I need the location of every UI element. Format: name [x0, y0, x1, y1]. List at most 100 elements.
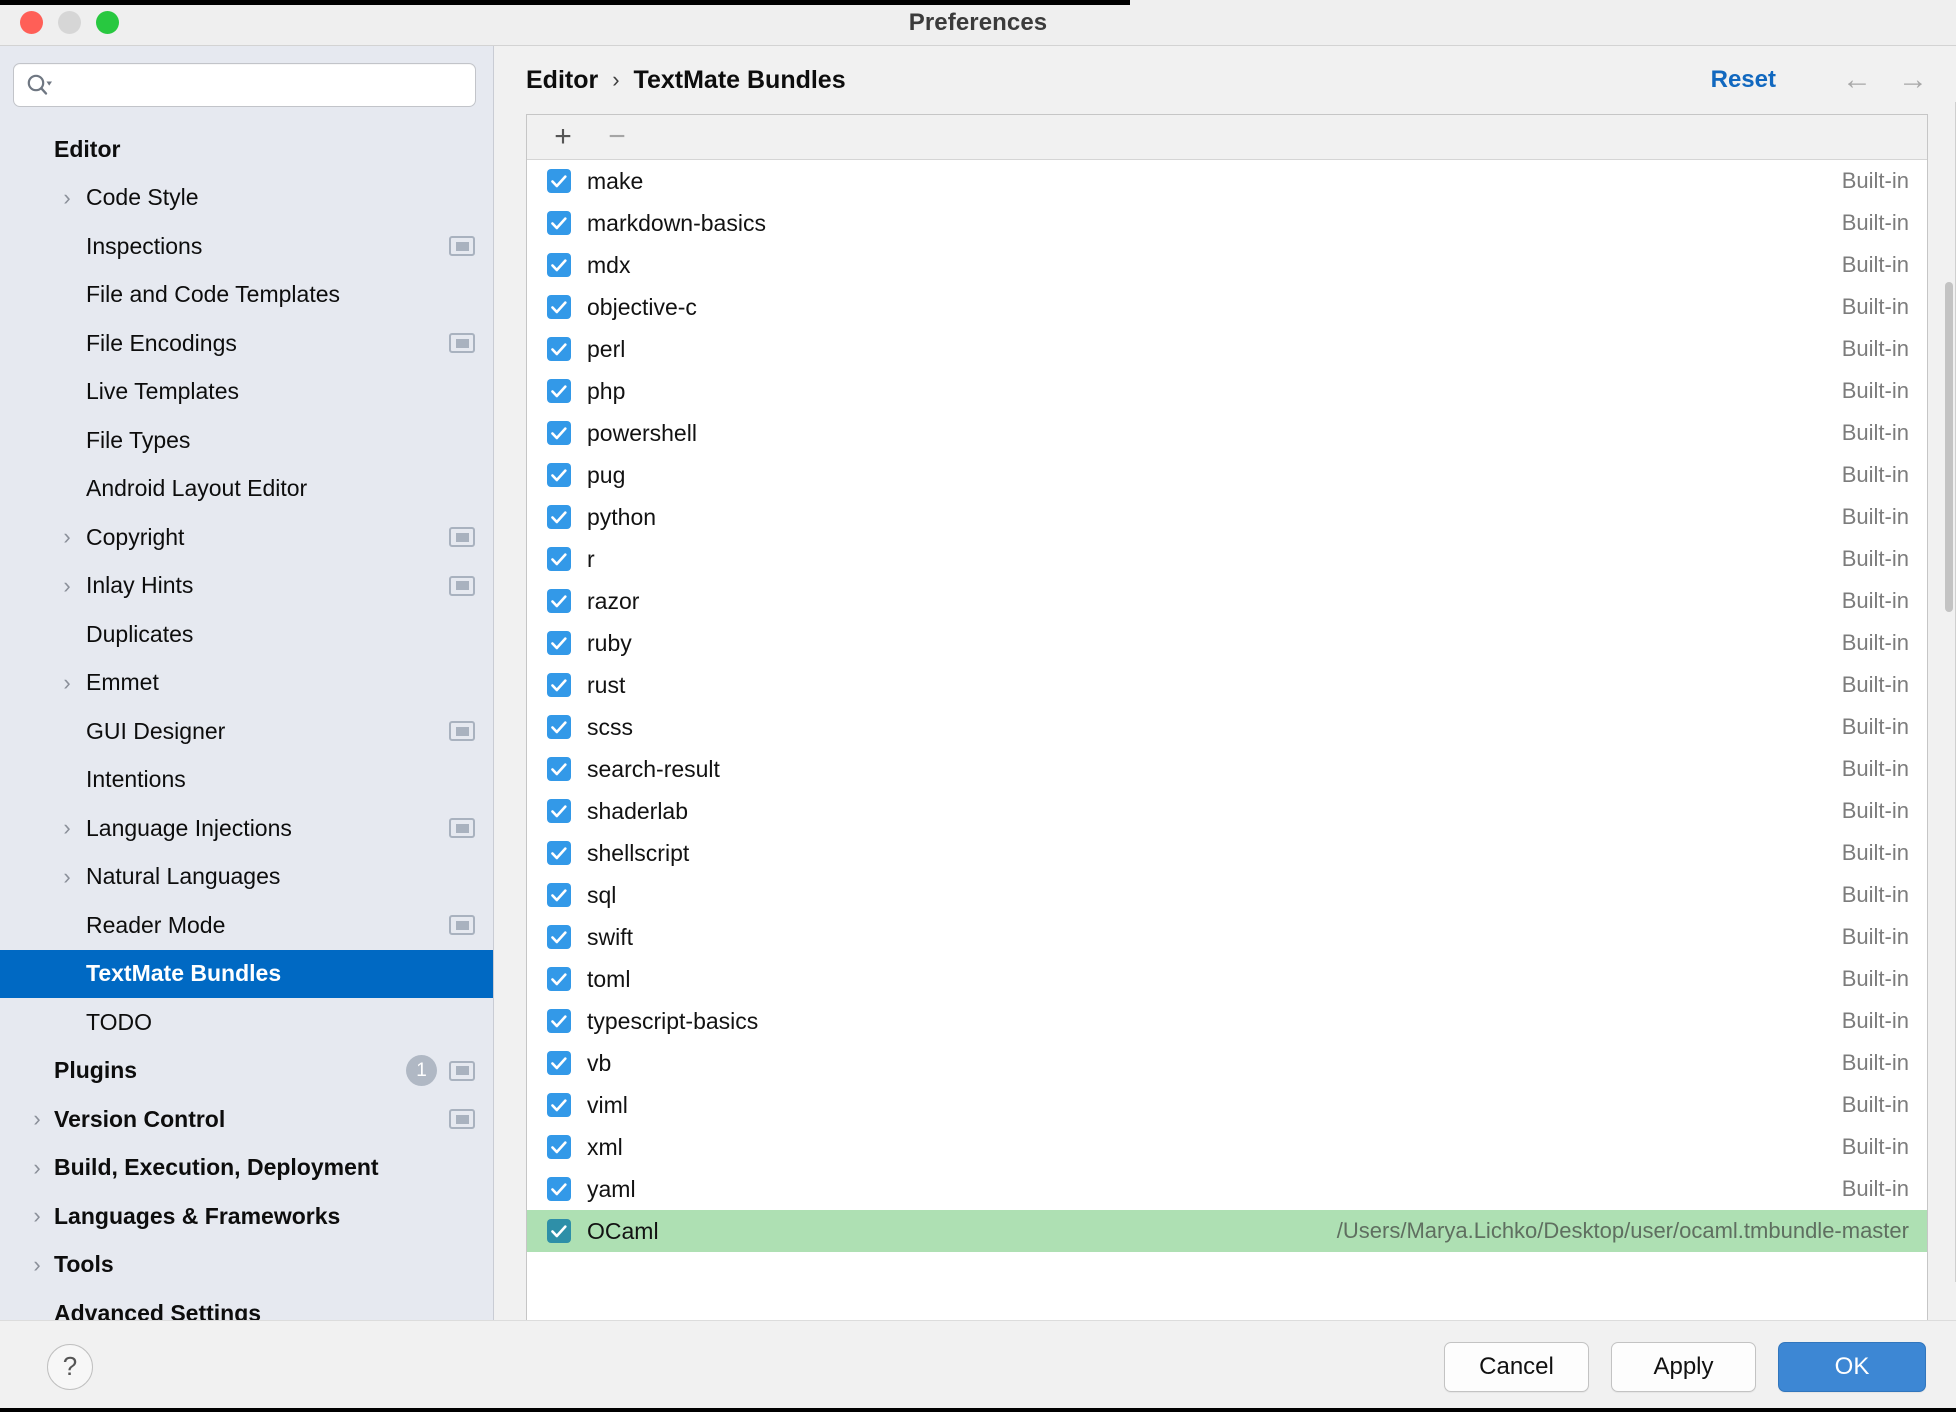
table-row[interactable]: ruby Built-in — [527, 622, 1927, 664]
table-row[interactable]: razor Built-in — [527, 580, 1927, 622]
sidebar-item-plugins[interactable]: Plugins 1 — [0, 1047, 493, 1096]
sidebar-item-advanced-settings[interactable]: Advanced Settings — [0, 1289, 493, 1320]
bundle-enabled-checkbox[interactable] — [547, 253, 571, 277]
table-row[interactable]: r Built-in — [527, 538, 1927, 580]
table-row[interactable]: powershell Built-in — [527, 412, 1927, 454]
sidebar-item-reader-mode[interactable]: Reader Mode — [0, 901, 493, 950]
table-row[interactable]: markdown-basics Built-in — [527, 202, 1927, 244]
table-row[interactable]: shellscript Built-in — [527, 832, 1927, 874]
sidebar-item-file-encodings[interactable]: File Encodings — [0, 319, 493, 368]
sidebar-item-todo[interactable]: TODO — [0, 998, 493, 1047]
sidebar-item-gui-designer[interactable]: GUI Designer — [0, 707, 493, 756]
table-row[interactable]: sql Built-in — [527, 874, 1927, 916]
sidebar-item-intentions[interactable]: Intentions — [0, 756, 493, 805]
bundle-enabled-checkbox[interactable] — [547, 1009, 571, 1033]
back-arrow-icon[interactable]: ← — [1842, 65, 1872, 95]
bundle-enabled-checkbox[interactable] — [547, 337, 571, 361]
cancel-button[interactable]: Cancel — [1444, 1341, 1589, 1392]
chevron-right-icon[interactable]: › — [56, 817, 78, 839]
bundles-list[interactable]: make Built-in markdown-basics Built-in mdx Bu… — [527, 160, 1927, 1320]
bundle-enabled-checkbox[interactable] — [547, 505, 571, 529]
bundle-enabled-checkbox[interactable] — [547, 589, 571, 613]
apply-button[interactable]: Apply — [1611, 1341, 1756, 1392]
help-button[interactable]: ? — [47, 1343, 93, 1390]
sidebar-item-code-style[interactable]: › Code Style — [0, 174, 493, 223]
bundle-enabled-checkbox[interactable] — [547, 463, 571, 487]
bundle-enabled-checkbox[interactable] — [547, 715, 571, 739]
table-row[interactable]: rust Built-in — [527, 664, 1927, 706]
bundle-enabled-checkbox[interactable] — [547, 799, 571, 823]
sidebar-item-version-control[interactable]: › Version Control — [0, 1095, 493, 1144]
table-row[interactable]: yaml Built-in — [527, 1168, 1927, 1210]
sidebar-item-inspections[interactable]: Inspections — [0, 222, 493, 271]
bundle-enabled-checkbox[interactable] — [547, 673, 571, 697]
bundle-enabled-checkbox[interactable] — [547, 925, 571, 949]
chevron-right-icon[interactable]: › — [26, 1253, 48, 1276]
sidebar-item-duplicates[interactable]: Duplicates — [0, 610, 493, 659]
forward-arrow-icon[interactable]: → — [1898, 65, 1928, 95]
bundle-enabled-checkbox[interactable] — [547, 841, 571, 865]
bundle-enabled-checkbox[interactable] — [547, 1177, 571, 1201]
sidebar-item-natural-languages[interactable]: › Natural Languages — [0, 853, 493, 902]
table-row[interactable]: pug Built-in — [527, 454, 1927, 496]
chevron-right-icon[interactable]: › — [26, 1205, 48, 1227]
chevron-right-icon[interactable]: › — [26, 1108, 48, 1130]
remove-bundle-button[interactable]: − — [603, 122, 631, 152]
table-row[interactable]: search-result Built-in — [527, 748, 1927, 790]
sidebar-item-build-execution-deployment[interactable]: › Build, Execution, Deployment — [0, 1144, 493, 1193]
sidebar-item-android-layout-editor[interactable]: Android Layout Editor — [0, 465, 493, 514]
bundle-enabled-checkbox[interactable] — [547, 1135, 571, 1159]
bundle-enabled-checkbox[interactable] — [547, 169, 571, 193]
table-row[interactable]: objective-c Built-in — [527, 286, 1927, 328]
table-row[interactable]: xml Built-in — [527, 1126, 1927, 1168]
table-row[interactable]: OCaml/Users/Marya.Lichko/Desktop/user/oc… — [527, 1210, 1927, 1252]
table-row[interactable]: make Built-in — [527, 160, 1927, 202]
bundle-enabled-checkbox[interactable] — [547, 547, 571, 571]
chevron-right-icon[interactable]: › — [56, 526, 78, 548]
chevron-right-icon[interactable]: › — [56, 865, 78, 888]
table-row[interactable]: viml Built-in — [527, 1084, 1927, 1126]
bundle-enabled-checkbox[interactable] — [547, 1051, 571, 1075]
sidebar-item-inlay-hints[interactable]: › Inlay Hints — [0, 562, 493, 611]
bundle-enabled-checkbox[interactable] — [547, 379, 571, 403]
chevron-right-icon[interactable]: › — [56, 186, 78, 209]
chevron-right-icon[interactable]: › — [56, 574, 78, 597]
breadcrumb-root[interactable]: Editor — [526, 66, 598, 95]
ok-button[interactable]: OK — [1778, 1341, 1926, 1392]
reset-button[interactable]: Reset — [1711, 66, 1776, 94]
sidebar-item-copyright[interactable]: › Copyright — [0, 513, 493, 562]
sidebar-item-language-injections[interactable]: › Language Injections — [0, 804, 493, 853]
bundle-enabled-checkbox[interactable] — [547, 967, 571, 991]
bundle-enabled-checkbox[interactable] — [547, 211, 571, 235]
dialog-scrollbar[interactable] — [1942, 102, 1956, 1282]
sidebar-item-textmate-bundles[interactable]: TextMate Bundles — [0, 949, 493, 998]
sidebar-item-tools[interactable]: › Tools — [0, 1241, 493, 1290]
sidebar-item-editor[interactable]: Editor — [0, 125, 493, 174]
search-input[interactable] — [60, 74, 463, 96]
bundle-enabled-checkbox[interactable] — [547, 883, 571, 907]
sidebar-item-emmet[interactable]: › Emmet — [0, 659, 493, 708]
search-box[interactable] — [13, 63, 476, 107]
sidebar-item-languages-frameworks[interactable]: › Languages & Frameworks — [0, 1192, 493, 1241]
table-row[interactable]: toml Built-in — [527, 958, 1927, 1000]
sidebar-item-file-types[interactable]: File Types — [0, 416, 493, 465]
bundle-enabled-checkbox[interactable] — [547, 757, 571, 781]
bundle-enabled-checkbox[interactable] — [547, 1219, 571, 1243]
bundle-enabled-checkbox[interactable] — [547, 421, 571, 445]
scrollbar-thumb[interactable] — [1945, 282, 1953, 612]
sidebar-item-live-templates[interactable]: Live Templates — [0, 368, 493, 417]
table-row[interactable]: typescript-basics Built-in — [527, 1000, 1927, 1042]
bundle-enabled-checkbox[interactable] — [547, 1093, 571, 1117]
table-row[interactable]: mdx Built-in — [527, 244, 1927, 286]
table-row[interactable]: perl Built-in — [527, 328, 1927, 370]
table-row[interactable]: php Built-in — [527, 370, 1927, 412]
table-row[interactable]: shaderlab Built-in — [527, 790, 1927, 832]
chevron-right-icon[interactable]: › — [26, 1156, 48, 1179]
add-bundle-button[interactable]: + — [549, 122, 577, 152]
table-row[interactable]: scss Built-in — [527, 706, 1927, 748]
bundle-enabled-checkbox[interactable] — [547, 631, 571, 655]
bundle-enabled-checkbox[interactable] — [547, 295, 571, 319]
table-row[interactable]: vb Built-in — [527, 1042, 1927, 1084]
sidebar-item-file-and-code-templates[interactable]: File and Code Templates — [0, 271, 493, 320]
table-row[interactable]: python Built-in — [527, 496, 1927, 538]
